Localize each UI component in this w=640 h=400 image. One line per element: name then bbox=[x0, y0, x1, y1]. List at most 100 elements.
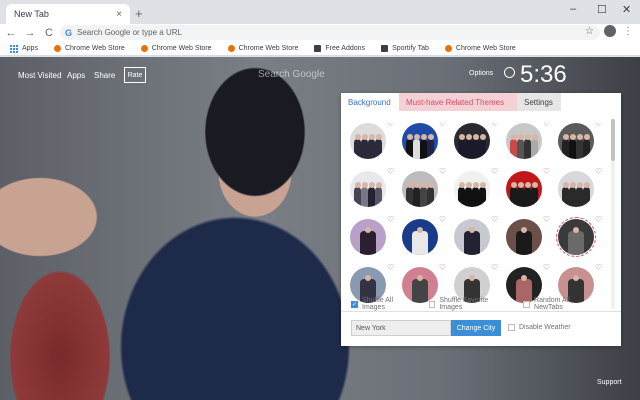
checkbox-icon[interactable] bbox=[508, 324, 515, 331]
heart-icon[interactable]: ♡ bbox=[491, 215, 498, 224]
background-thumbnail[interactable]: ♡ bbox=[558, 123, 602, 163]
heart-icon[interactable]: ♡ bbox=[387, 167, 394, 176]
forward-button[interactable]: → bbox=[22, 27, 38, 39]
addons-icon bbox=[314, 45, 322, 52]
background-thumbnail[interactable]: ♡ bbox=[402, 123, 446, 163]
omnibox[interactable]: G Search Google or type a URL ☆ bbox=[60, 25, 600, 40]
checkbox-checked-icon[interactable]: ✓ bbox=[351, 300, 358, 308]
city-input[interactable] bbox=[351, 320, 451, 336]
heart-icon[interactable]: ♡ bbox=[543, 263, 550, 272]
checkbox-icon[interactable] bbox=[428, 300, 436, 308]
heart-icon[interactable]: ♡ bbox=[387, 263, 394, 272]
heart-icon[interactable]: ♡ bbox=[543, 215, 550, 224]
background-thumbnail[interactable]: ♡ bbox=[350, 123, 394, 163]
chrome-store-icon bbox=[53, 45, 61, 52]
background-thumbnail[interactable]: ♡ bbox=[402, 215, 446, 259]
background-thumbnail[interactable]: ♡ bbox=[454, 215, 498, 259]
bookmark-item[interactable]: Chrome Web Store bbox=[140, 45, 212, 52]
thumbnail-image bbox=[402, 171, 438, 207]
minimize-button[interactable]: – bbox=[570, 3, 576, 15]
checkbox-icon[interactable] bbox=[523, 300, 531, 308]
change-city-button[interactable]: Change City bbox=[451, 320, 501, 336]
background-thumbnail[interactable]: ♡ bbox=[558, 167, 602, 211]
google-icon: G bbox=[65, 27, 73, 38]
clock-icon bbox=[504, 67, 515, 78]
random-all-option[interactable]: Random All NewTabs bbox=[523, 297, 597, 311]
apps-link[interactable]: Apps bbox=[67, 71, 85, 80]
tab-background[interactable]: Background bbox=[341, 93, 399, 111]
bookmark-apps[interactable]: Apps bbox=[10, 44, 38, 53]
heart-icon[interactable]: ♡ bbox=[491, 167, 498, 176]
thumbnail-image bbox=[506, 219, 542, 255]
back-button[interactable]: ← bbox=[3, 27, 19, 39]
tab-settings[interactable]: Settings bbox=[517, 93, 561, 111]
chrome-store-icon bbox=[140, 45, 148, 52]
most-visited-link[interactable]: Most Visited bbox=[18, 71, 61, 80]
background-thumbnail[interactable]: ♡ bbox=[506, 167, 550, 211]
bookmarks-bar: Apps Chrome Web Store Chrome Web Store C… bbox=[0, 42, 640, 56]
bookmark-item[interactable]: Sportify Tab bbox=[381, 45, 429, 52]
reload-button[interactable]: C bbox=[41, 27, 57, 39]
bookmark-label: Chrome Web Store bbox=[151, 45, 212, 52]
heart-icon[interactable]: ♡ bbox=[595, 215, 602, 224]
scrollbar[interactable] bbox=[611, 119, 615, 309]
background-thumbnail[interactable]: ♡ bbox=[350, 215, 394, 259]
background-thumbnail[interactable]: ♡ bbox=[556, 215, 602, 259]
background-thumbnail[interactable]: ♡ bbox=[506, 215, 550, 259]
heart-icon[interactable]: ♡ bbox=[491, 263, 498, 272]
heart-icon[interactable]: ♡ bbox=[439, 215, 446, 224]
sportify-icon bbox=[381, 45, 389, 52]
background-thumbnail[interactable]: ♡ bbox=[454, 123, 498, 163]
shuffle-all-option[interactable]: ✓ Shuffle All Images bbox=[351, 297, 415, 311]
heart-icon[interactable]: ♡ bbox=[387, 215, 394, 224]
heart-icon[interactable]: ♡ bbox=[595, 167, 602, 176]
clock-time: 5:36 bbox=[520, 61, 567, 88]
heart-icon[interactable]: ♡ bbox=[387, 123, 394, 128]
bookmark-label: Chrome Web Store bbox=[64, 45, 125, 52]
bookmark-item[interactable]: Chrome Web Store bbox=[53, 45, 125, 52]
new-tab-button[interactable]: + bbox=[135, 6, 143, 21]
window-close-button[interactable]: ✕ bbox=[622, 3, 631, 16]
heart-icon[interactable]: ♡ bbox=[595, 123, 602, 128]
thumbnail-image bbox=[454, 171, 490, 207]
bookmark-star-icon[interactable]: ☆ bbox=[585, 26, 594, 37]
divider bbox=[341, 311, 621, 312]
heart-icon[interactable]: ♡ bbox=[439, 123, 446, 128]
background-thumbnail[interactable]: ♡ bbox=[350, 167, 394, 211]
heart-icon[interactable]: ♡ bbox=[439, 167, 446, 176]
thumbnail-image bbox=[454, 123, 490, 159]
tab-strip: New Tab × + – ☐ ✕ bbox=[0, 0, 640, 24]
search-input[interactable]: Search Google bbox=[258, 69, 325, 80]
background-thumbnail[interactable]: ♡ bbox=[454, 167, 498, 211]
thumbnail-image bbox=[558, 171, 594, 207]
shuffle-favorite-option[interactable]: Shuffle Favorite Images bbox=[428, 297, 510, 311]
share-link[interactable]: Share bbox=[94, 71, 115, 80]
thumbnail-grid: ♡ ♡ ♡ ♡ ♡ ♡ ♡ ♡ ♡ ♡ ♡ ♡ ♡ ♡ ♡ ♡ ♡ ♡ ♡ ♡ bbox=[350, 123, 612, 309]
profile-avatar[interactable] bbox=[604, 25, 616, 37]
heart-icon[interactable]: ♡ bbox=[543, 167, 550, 176]
heart-icon[interactable]: ♡ bbox=[543, 123, 550, 128]
support-link[interactable]: Support bbox=[597, 379, 622, 386]
disable-weather-option[interactable]: Disable Weather bbox=[508, 324, 571, 331]
tab-new-tab[interactable]: New Tab × bbox=[6, 4, 130, 24]
menu-icon[interactable]: ⋮ bbox=[623, 26, 633, 37]
option-label: Shuffle All Images bbox=[362, 297, 394, 311]
bookmark-item[interactable]: Chrome Web Store bbox=[227, 45, 299, 52]
bookmark-item[interactable]: Chrome Web Store bbox=[444, 45, 516, 52]
options-link[interactable]: Options bbox=[469, 70, 493, 77]
chrome-store-icon bbox=[444, 45, 452, 52]
bookmark-item[interactable]: Free Addons bbox=[314, 45, 365, 52]
background-thumbnail[interactable]: ♡ bbox=[402, 167, 446, 211]
bookmark-label: Apps bbox=[22, 45, 38, 52]
heart-icon[interactable]: ♡ bbox=[439, 263, 446, 272]
maximize-button[interactable]: ☐ bbox=[597, 3, 607, 16]
heart-icon[interactable]: ♡ bbox=[595, 263, 602, 272]
rate-button[interactable]: Rate bbox=[124, 67, 146, 83]
thumbnail-image bbox=[556, 217, 596, 257]
background-thumbnail[interactable]: ♡ bbox=[506, 123, 550, 163]
heart-icon[interactable]: ♡ bbox=[491, 123, 498, 128]
scrollbar-thumb[interactable] bbox=[611, 119, 615, 161]
tab-related-themes[interactable]: Must-have Related Themes bbox=[399, 93, 517, 111]
close-icon[interactable]: × bbox=[116, 9, 122, 20]
bookmark-label: Chrome Web Store bbox=[238, 45, 299, 52]
